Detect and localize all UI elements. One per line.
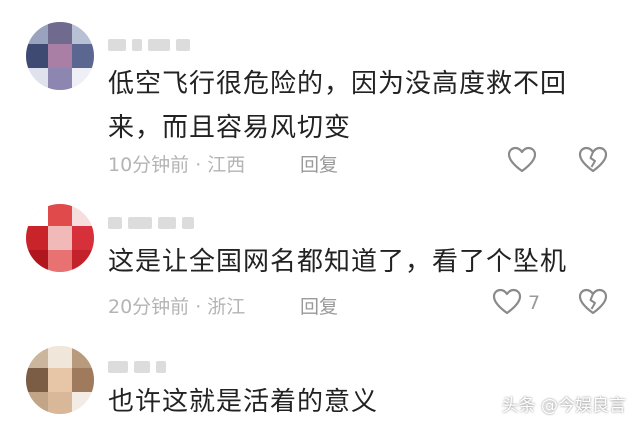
like-count: 7 (528, 292, 541, 314)
comment-location: 江西 (207, 154, 246, 176)
reply-button[interactable]: 回复 (300, 292, 338, 319)
heart-outline-icon (507, 146, 537, 173)
comment-time: 10分钟前 (108, 154, 190, 176)
comment-text: 这是让全国网名都知道了，看了个坠机 (108, 240, 568, 284)
comment-time: 20分钟前 (108, 296, 190, 318)
meta-separator: · (195, 154, 202, 176)
username-blurred[interactable] (108, 36, 218, 51)
avatar[interactable] (26, 346, 94, 414)
comment-text-line: 来，而且容易风切变 (108, 113, 352, 143)
username-blurred[interactable] (108, 358, 218, 373)
avatar[interactable] (26, 204, 94, 272)
broken-heart-icon (578, 288, 608, 315)
avatar[interactable] (26, 22, 94, 90)
heart-outline-icon (492, 288, 522, 315)
like-button[interactable] (507, 146, 537, 174)
comment-meta: 20分钟前 · 浙江 (108, 292, 245, 319)
like-button[interactable] (492, 288, 522, 316)
dislike-button[interactable] (578, 146, 608, 174)
dislike-button[interactable] (578, 288, 608, 316)
comment-list: 低空飞行很危险的，因为没高度救不回 来，而且容易风切变 10分钟前 · 江西 回复 (0, 0, 640, 426)
meta-separator: · (195, 296, 202, 318)
comment-text-line: 低空飞行很危险的，因为没高度救不回 (108, 69, 568, 99)
broken-heart-icon (578, 146, 608, 173)
comment-meta: 10分钟前 · 江西 (108, 150, 245, 177)
watermark: 头条 @今娱良言 (501, 396, 626, 416)
comment-text: 低空飞行很危险的，因为没高度救不回 来，而且容易风切变 (108, 62, 568, 150)
comment-text-line: 这是让全国网名都知道了，看了个坠机 (108, 247, 568, 277)
comment-text-line: 也许这就是活着的意义 (108, 387, 379, 417)
comment-text: 也许这就是活着的意义 (108, 380, 568, 424)
username-blurred[interactable] (108, 214, 218, 229)
reply-button[interactable]: 回复 (300, 150, 338, 177)
comment-location: 浙江 (207, 296, 246, 318)
